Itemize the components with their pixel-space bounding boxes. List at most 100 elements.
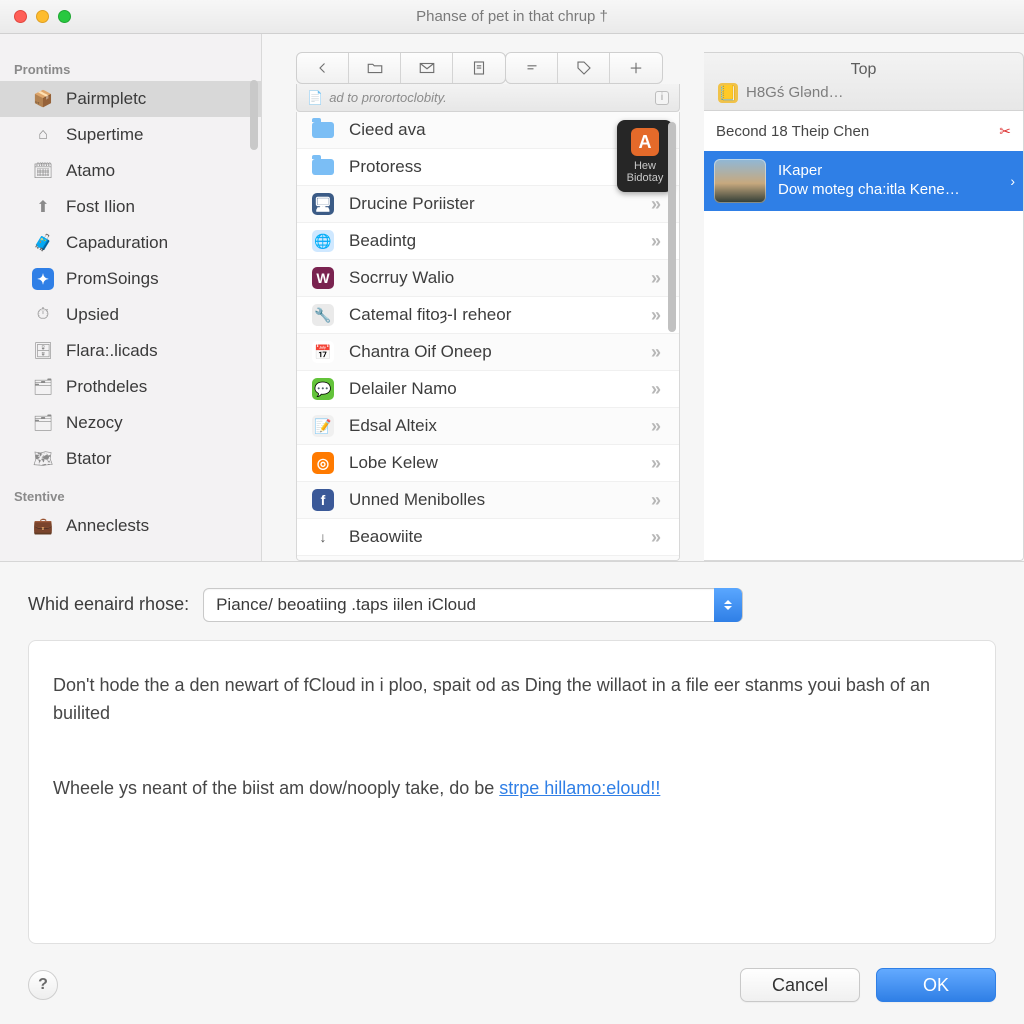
help-button[interactable]: ?: [28, 970, 58, 1000]
pathbar-text: ad to prorortoclobity.: [329, 90, 447, 105]
sidebar-item-label: Upsied: [66, 305, 119, 325]
list-item-icon: 📅: [311, 340, 335, 364]
window-minimize-button[interactable]: [36, 10, 49, 23]
detail-tab[interactable]: Top: [718, 61, 1009, 83]
sidebar-item-label: Prothdeles: [66, 377, 147, 397]
detail-item-title: IKaper: [778, 162, 960, 181]
sidebar-item-atamo[interactable]: 🗓 Atamo: [0, 153, 261, 189]
sidebar-scrollbar[interactable]: [250, 80, 258, 150]
folder-icon: 🗂: [32, 376, 54, 398]
disclosure-icon: »: [651, 194, 661, 215]
sidebar-section-label: Stentive: [0, 483, 261, 508]
app-icon: ✦: [32, 268, 54, 290]
sidebar-item-label: Supertime: [66, 125, 143, 145]
doc-button[interactable]: [453, 53, 505, 83]
sidebar-item-flaralicads[interactable]: 🗄 Flara:.licads: [0, 333, 261, 369]
list-item[interactable]: ★Biddudents»: [297, 556, 679, 560]
sidebar-section-label: Prontims: [0, 56, 261, 81]
list-item-label: Drucine Poriister: [349, 194, 475, 214]
thumbnail-image: [714, 159, 766, 203]
list-item[interactable]: 🌐Beadintg»: [297, 223, 679, 260]
list-scrollbar[interactable]: [668, 122, 676, 332]
list-item[interactable]: 📅Chantra Oif Oneep»: [297, 334, 679, 371]
detail-row[interactable]: Becond 18 Theip Chen ✂: [704, 111, 1023, 151]
list-item-label: Edsal Alteix: [349, 416, 437, 436]
list-item[interactable]: 🔧 Catemal fitoȝ-I reheor »: [297, 297, 679, 334]
sidebar-item-nezocy[interactable]: 🗂 Nezocy: [0, 405, 261, 441]
sidebar-item-prothdeles[interactable]: 🗂 Prothdeles: [0, 369, 261, 405]
preview-popover: A Hew Bidotay: [617, 120, 673, 192]
path-bar[interactable]: 📄 ad to prorortoclobity. i: [296, 84, 680, 112]
folder-icon: 🗂: [32, 412, 54, 434]
list-item-icon: [311, 155, 335, 179]
titlebar: Phanse of pet in that chrup †: [0, 0, 1024, 34]
disclosure-icon: »: [651, 231, 661, 252]
list-item[interactable]: WSocrruy Walio»: [297, 260, 679, 297]
detail-row-label: Becond 18 Theip Chen: [716, 123, 869, 140]
sidebar-item-capaduration[interactable]: 🧳 Capaduration: [0, 225, 261, 261]
list-item[interactable]: ↓Beaowiite»: [297, 519, 679, 556]
list-item[interactable]: 📝Edsal Alteix»: [297, 408, 679, 445]
list-item-icon: 🖥: [311, 192, 335, 216]
item-list: Cieed avaProtoress🖥Drucine Poriister»🌐Be…: [296, 112, 680, 561]
sidebar-item-promsoings[interactable]: ✦ PromSoings: [0, 261, 261, 297]
list-item-label: Cieed ava: [349, 120, 426, 140]
folder-badge-icon: 📒: [718, 83, 738, 103]
list-item[interactable]: fUnned Menibolles»: [297, 482, 679, 519]
detail-column: Top 📒 H8Gś Glənd… Becond 18 Theip Chen ✂: [704, 34, 1024, 561]
sort-button[interactable]: [506, 53, 558, 83]
info-icon[interactable]: i: [655, 91, 669, 105]
select-stepper-icon[interactable]: [714, 588, 742, 622]
field-label: Whid eenaird rhose:: [28, 594, 189, 615]
cancel-button[interactable]: Cancel: [740, 968, 860, 1002]
list-item[interactable]: ◎ Lobe Kelew »: [297, 445, 679, 482]
detail-selected-item[interactable]: IKaper Dow moteg cha:itla Kene… ›: [704, 151, 1023, 211]
sidebar: Prontims 📦 Pairmpletc ⌂ Supertime 🗓 Atam…: [0, 34, 262, 561]
list-item-icon: 🔧: [311, 303, 335, 327]
disclosure-icon: »: [651, 379, 661, 400]
list-item-icon: ◎: [311, 451, 335, 475]
ok-button[interactable]: OK: [876, 968, 996, 1002]
list-item-label: Delailer Namo: [349, 379, 457, 399]
sidebar-item-fost-ilion[interactable]: ⬆︎ Fost Ilion: [0, 189, 261, 225]
select-value: Piance/ beoatiing .taps iilen iCloud: [216, 595, 476, 615]
add-button[interactable]: [610, 53, 662, 83]
ok-label: OK: [923, 975, 949, 996]
back-button[interactable]: [297, 53, 349, 83]
tag-button[interactable]: [558, 53, 610, 83]
option-select[interactable]: Piance/ beoatiing .taps iilen iCloud: [203, 588, 743, 622]
clock-icon: ⏱: [32, 304, 54, 326]
list-item-label: Catemal fitoȝ-I reheor: [349, 305, 511, 325]
sidebar-item-label: Flara:.licads: [66, 341, 158, 361]
description-box: Don't hode the a den newart of fCloud in…: [28, 640, 996, 944]
disclosure-icon: »: [651, 453, 661, 474]
learn-more-link[interactable]: strpe hillamo:eloud!!: [499, 778, 660, 798]
disclosure-icon: »: [651, 342, 661, 363]
disclosure-icon: »: [651, 305, 661, 326]
sidebar-item-anneclests[interactable]: 💼 Anneclests: [0, 508, 261, 544]
mail-button[interactable]: [401, 53, 453, 83]
folder-button[interactable]: [349, 53, 401, 83]
window-close-button[interactable]: [14, 10, 27, 23]
archive-icon: 🗄: [32, 340, 54, 362]
sidebar-item-label: Pairmpletc: [66, 89, 146, 109]
list-item[interactable]: 💬Delailer Namo»: [297, 371, 679, 408]
upload-icon: ⬆︎: [32, 196, 54, 218]
sidebar-item-label: Nezocy: [66, 413, 123, 433]
disclosure-icon: »: [651, 268, 661, 289]
sidebar-item-upsied[interactable]: ⏱ Upsied: [0, 297, 261, 333]
disclosure-icon: »: [651, 527, 661, 548]
sidebar-item-pairmpletc[interactable]: 📦 Pairmpletc: [0, 81, 261, 117]
popover-line1: Hew: [634, 160, 656, 172]
nav-toolbar: [296, 52, 506, 84]
sidebar-item-supertime[interactable]: ⌂ Supertime: [0, 117, 261, 153]
disclosure-icon: »: [651, 490, 661, 511]
list-item-icon: W: [311, 266, 335, 290]
sidebar-item-btator[interactable]: 🗺 Btator: [0, 441, 261, 477]
list-item-label: Lobe Kelew: [349, 453, 438, 473]
calendar-icon: 🗓: [32, 160, 54, 182]
list-item-icon: f: [311, 488, 335, 512]
sidebar-item-label: Fost Ilion: [66, 197, 135, 217]
window-zoom-button[interactable]: [58, 10, 71, 23]
detail-item-subtitle: Dow moteg cha:itla Kene…: [778, 181, 960, 200]
